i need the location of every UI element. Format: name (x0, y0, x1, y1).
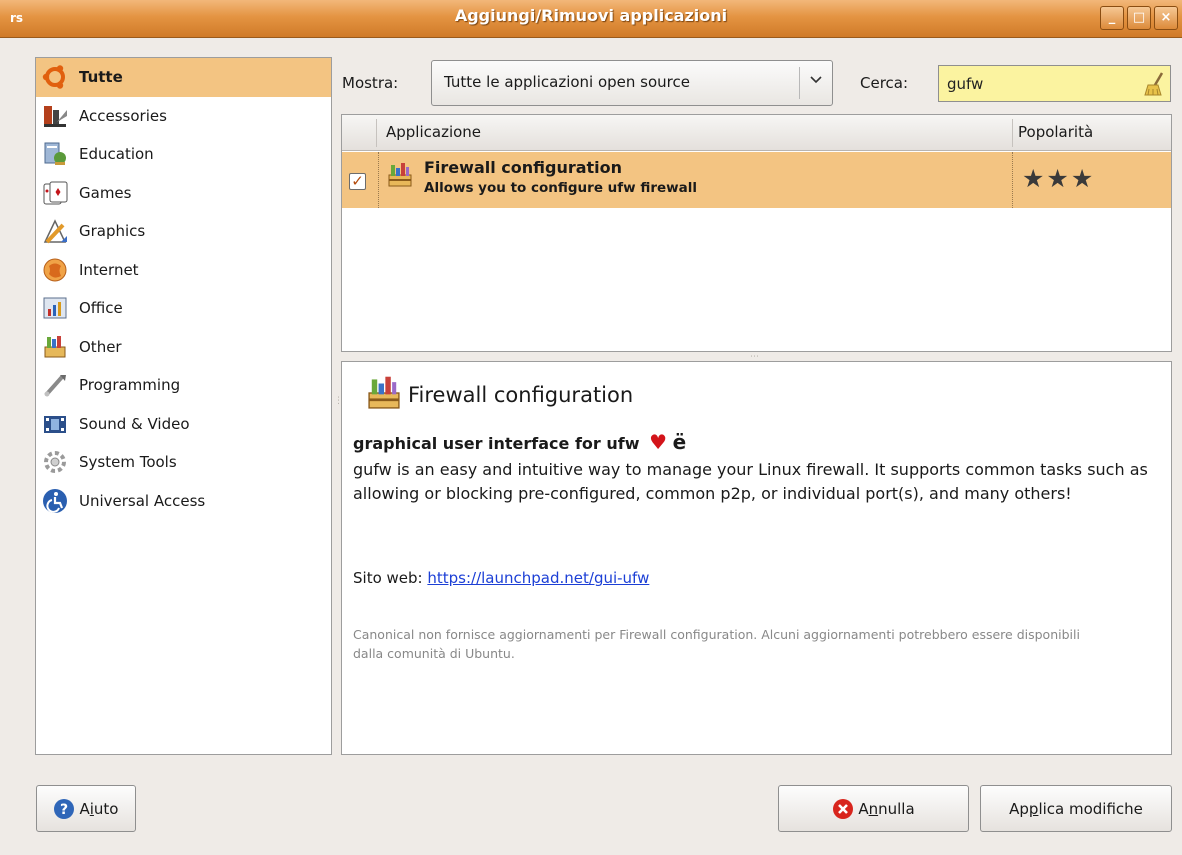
cancel-icon (832, 798, 854, 820)
help-button-label: Aiuto (79, 799, 119, 818)
maximize-button[interactable]: □ (1127, 6, 1151, 30)
sidebar-item-label: Accessories (79, 106, 167, 125)
search-field[interactable] (938, 65, 1171, 102)
sidebar-item-accessories[interactable]: Accessories (36, 97, 331, 136)
minimize-button[interactable]: _ (1100, 6, 1124, 30)
apply-changes-button[interactable]: Applica modifiche (980, 785, 1172, 832)
window-controls: _ □ × (1100, 6, 1178, 30)
cell-divider (378, 152, 379, 208)
sidebar-item-education[interactable]: Education (36, 135, 331, 174)
sidebar-item-other[interactable]: Other (36, 328, 331, 367)
firewall-app-icon (365, 374, 403, 412)
dropdown-separator (799, 67, 800, 99)
system-tools-icon (41, 448, 69, 476)
sidebar-item-office[interactable]: Office (36, 289, 331, 328)
show-label: Mostra: (342, 74, 399, 92)
sidebar-item-programming[interactable]: Programming (36, 366, 331, 405)
details-subtitle: graphical user interface for ufw ♥ ë (353, 430, 686, 454)
sidebar-item-label: Office (79, 299, 123, 318)
close-button[interactable]: × (1154, 6, 1178, 30)
sidebar-item-label: System Tools (79, 453, 177, 472)
sidebar-item-label: Sound & Video (79, 414, 190, 433)
sidebar-item-label: Games (79, 183, 132, 202)
search-label: Cerca: (860, 74, 909, 92)
show-filter-value: Tutte le applicazioni open source (444, 73, 690, 91)
support-note: Canonical non fornisce aggiornamenti per… (353, 627, 1080, 661)
svg-text:?: ? (60, 802, 68, 818)
sidebar-item-sound-video[interactable]: Sound & Video (36, 405, 331, 444)
app-description: Allows you to configure ufw firewall (424, 180, 697, 196)
column-separator (1012, 119, 1013, 147)
cancel-button[interactable]: Annulla (778, 785, 969, 832)
internet-icon (41, 256, 69, 284)
website-label: Sito web: (353, 569, 423, 587)
chevron-down-icon (810, 74, 822, 89)
window-titlebar[interactable]: rs Aggiungi/Rimuovi applicazioni _ □ × (0, 0, 1182, 38)
show-filter-dropdown[interactable]: Tutte le applicazioni open source (431, 60, 833, 106)
help-icon: ? (53, 798, 75, 820)
website-link[interactable]: https://launchpad.net/gui-ufw (427, 569, 649, 587)
column-header-application[interactable]: Applicazione (386, 123, 481, 141)
gnome-foot-icon: ë (672, 430, 687, 454)
column-header-popularity[interactable]: Popolarità (1018, 123, 1093, 141)
cell-divider (1012, 152, 1013, 208)
education-icon (41, 140, 69, 168)
details-website: Sito web: https://launchpad.net/gui-ufw (353, 569, 649, 587)
details-subtitle-text: graphical user interface for ufw (353, 434, 640, 453)
office-icon (41, 294, 69, 322)
sidebar-item-label: Universal Access (79, 491, 206, 510)
table-row[interactable]: ✓ Firewall configuration Allows you to c… (342, 152, 1171, 208)
sidebar-item-system-tools[interactable]: System Tools (36, 443, 331, 482)
window-title: Aggiungi/Rimuovi applicazioni (454, 6, 728, 25)
sidebar-item-graphics[interactable]: Graphics (36, 212, 331, 251)
universal-access-icon (41, 487, 69, 515)
apply-button-label: Applica modifiche (1009, 799, 1143, 818)
app-details-pane: Firewall configuration graphical user in… (341, 361, 1172, 755)
sound-video-icon (41, 410, 69, 438)
install-checkbox[interactable]: ✓ (349, 173, 366, 190)
details-description: gufw is an easy and intuitive way to man… (353, 460, 1148, 503)
sidebar-item-label: Education (79, 145, 154, 164)
sidebar-item-internet[interactable]: Internet (36, 251, 331, 290)
column-separator (376, 119, 377, 147)
app-name: Firewall configuration (424, 158, 623, 177)
games-icon (41, 179, 69, 207)
sidebar-item-label: Other (79, 337, 122, 356)
heart-icon: ♥ (649, 430, 668, 454)
sidebar-item-universal-access[interactable]: Universal Access (36, 482, 331, 521)
accessories-icon (41, 102, 69, 130)
sidebar-item-games[interactable]: Games (36, 174, 331, 213)
search-input[interactable] (941, 68, 1131, 99)
category-list: Tutte Accessories Education Games Graphi… (35, 57, 332, 755)
table-header: Applicazione Popolarità (342, 115, 1171, 151)
sidebar-item-label: Tutte (79, 68, 123, 87)
other-icon (41, 333, 69, 361)
cancel-button-label: Annulla (858, 799, 915, 818)
ubuntu-logo-icon (41, 63, 69, 91)
sidebar-item-label: Internet (79, 260, 139, 279)
sidebar-item-label: Graphics (79, 222, 146, 241)
programming-icon (41, 371, 69, 399)
help-button[interactable]: ? Aiuto (36, 785, 136, 832)
details-title: Firewall configuration (408, 383, 634, 407)
firewall-app-icon (386, 161, 414, 189)
graphics-icon (41, 217, 69, 245)
sidebar-item-label: Programming (79, 376, 181, 395)
popularity-stars: ★★★ (1022, 164, 1096, 193)
application-table: Applicazione Popolarità ✓ Firewall confi… (341, 114, 1172, 352)
clear-search-icon[interactable] (1142, 71, 1166, 97)
sidebar-item-tutte[interactable]: Tutte (36, 58, 331, 97)
